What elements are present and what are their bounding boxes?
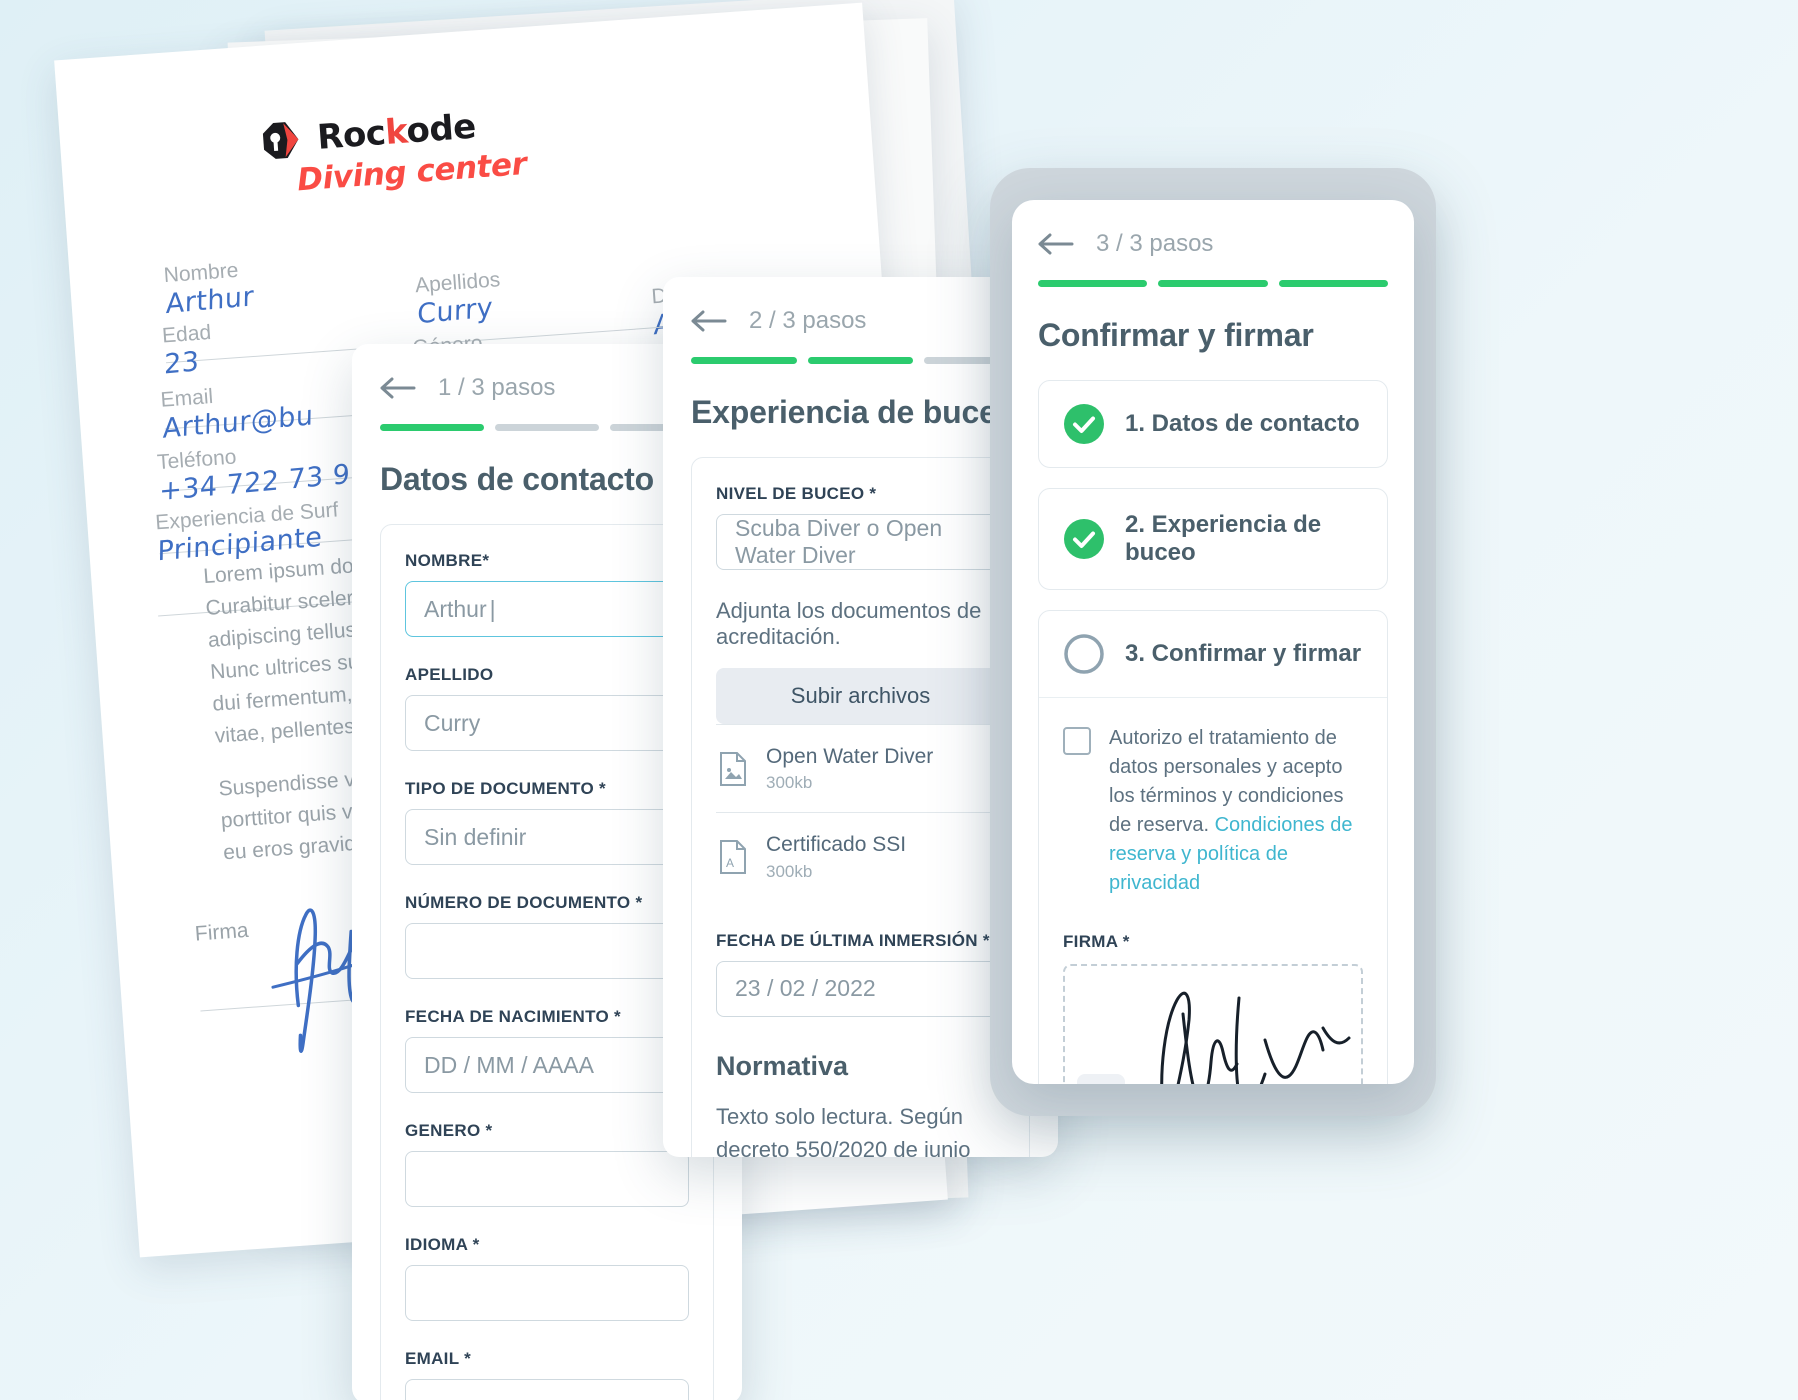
firma-label: FIRMA * [1063,932,1130,951]
text-caret: | [489,595,496,622]
progress-segment-2 [1158,280,1268,287]
empty-circle-icon [1064,634,1104,674]
attach-help-text: Adjunta los documentos de acreditación. [716,598,982,649]
step3-title: Confirmar y firmar [1038,317,1314,353]
file-list-item[interactable]: A Certificado SSI 300kb [716,812,1005,900]
field-tipo-documento-label: TIPO DE DOCUMENTO * [405,779,606,798]
summary-step-2[interactable]: 2. Experiencia de buceo [1038,488,1388,590]
paper-field-email: Email Arthur@bu [159,385,314,445]
check-circle-icon [1064,519,1104,559]
upload-files-button[interactable]: Subir archivos [716,668,1005,724]
field-nombre-label: NOMBRE* [405,551,490,570]
field-email: EMAIL * [405,1349,689,1400]
step3-counter: 3 / 3 pasos [1096,230,1214,257]
field-nombre-input[interactable]: Arthur | [405,581,689,637]
image-file-icon [720,751,746,786]
step2-progress-bar [691,357,1031,364]
field-genero-label: GENERO * [405,1121,493,1140]
progress-segment-1 [1038,280,1148,287]
field-idioma: IDIOMA * [405,1235,689,1321]
consent-checkbox[interactable] [1063,727,1091,755]
field-email-input[interactable] [405,1379,689,1400]
progress-segment-2 [807,357,914,364]
brand-logo: Rockode Diving center [259,82,819,201]
step2-counter: 2 / 3 pasos [749,307,867,334]
field-nombre: NOMBRE* Arthur | [405,551,689,637]
file-size: 300kb [766,773,813,793]
field-email-label: EMAIL * [405,1349,472,1368]
step3-progress-bar [1038,280,1388,287]
field-nivel-buceo-label: NIVEL DE BUCEO * [716,484,877,503]
paper-field-edad: Edad 23 [161,320,212,381]
field-apellido: APELLIDO Curry [405,665,689,751]
step2-form-panel: NIVEL DE BUCEO * Scuba Diver o Open Wate… [691,457,1030,1157]
file-name: Open Water Diver [766,745,934,768]
progress-segment-1 [380,424,484,431]
field-numero-documento: NÚMERO DE DOCUMENTO * [405,893,689,979]
summary-step-3-label: 3. Confirmar y firmar [1125,640,1362,667]
screenshot-root: Rockode Diving center Nombre Arthur Apel… [0,0,1798,1400]
svg-text:A: A [726,856,734,870]
file-name: Certificado SSI [766,833,907,857]
field-fecha-ultima-inmersion-label: FECHA DE ÚLTIMA INMERSIÓN * [716,930,990,950]
rockode-logo-icon [262,122,299,159]
back-arrow-icon[interactable] [1038,232,1076,256]
summary-step-2-label: 2. Experiencia de buceo [1125,511,1322,566]
check-circle-icon [1064,404,1104,444]
field-numero-documento-input[interactable] [405,923,689,979]
signature-drawing [1160,991,1351,1084]
field-nivel-buceo: NIVEL DE BUCEO * Scuba Diver o Open Wate… [716,484,1005,570]
normativa-title: Normativa [716,1050,849,1081]
file-list-item[interactable]: Open Water Diver 300kb [716,724,1005,812]
field-fecha-nacimiento: FECHA DE NACIMIENTO * DD / MM / AAAA [405,1007,689,1093]
field-nivel-buceo-input[interactable]: Scuba Diver o Open Water Diver [716,514,1005,570]
field-idioma-input[interactable] [405,1265,689,1321]
step2-header: 2 / 3 pasos [691,307,1030,335]
consent-row[interactable]: Autorizo el tratamiento de datos persona… [1063,724,1363,898]
field-tipo-documento-input[interactable]: Sin definir [405,809,689,865]
phone-frame: 3 / 3 pasos Confirmar y firmar 1. Datos … [990,168,1436,1116]
field-fecha-ultima-inmersion-input[interactable]: 23 / 02 / 2022 [716,960,1005,1017]
field-fecha-ultima-inmersion: FECHA DE ÚLTIMA INMERSIÓN * 23 / 02 / 20… [716,931,1005,1017]
back-arrow-icon[interactable] [380,376,418,400]
field-idioma-label: IDIOMA * [405,1235,480,1254]
summary-step-1[interactable]: 1. Datos de contacto [1038,380,1388,468]
step1-counter: 1 / 3 pasos [438,374,556,401]
brand-name: Rockode [315,106,478,158]
paper-field-apellidos: Apellidos Curry [414,268,502,331]
pdf-file-icon: A [720,839,746,874]
consent-text: Autorizo el tratamiento de datos persona… [1109,724,1363,898]
progress-segment-1 [691,357,797,364]
step3-card: 3 / 3 pasos Confirmar y firmar 1. Datos … [1012,200,1414,1084]
field-fecha-nacimiento-label: FECHA DE NACIMIENTO * [405,1007,621,1026]
signature-canvas[interactable] [1063,964,1363,1084]
field-genero-input[interactable] [405,1151,689,1207]
reset-signature-button[interactable] [1077,1074,1125,1084]
field-genero: GENERO * [405,1121,689,1207]
summary-step-3[interactable]: 3. Confirmar y firmar [1039,611,1387,698]
step3-header: 3 / 3 pasos [1038,230,1388,258]
back-arrow-icon[interactable] [691,309,729,333]
field-apellido-input[interactable]: Curry [405,695,689,751]
field-fecha-nacimiento-input[interactable]: DD / MM / AAAA [405,1037,689,1093]
file-size: 300kb [766,861,813,881]
field-tipo-documento: TIPO DE DOCUMENTO * Sin definir [405,779,689,865]
field-numero-documento-label: NÚMERO DE DOCUMENTO * [405,893,643,912]
step2-title: Experiencia de buceo [691,394,1017,430]
paper-field-telefono: Teléfono +34 722 73 96 [156,445,369,508]
normativa-body: Texto solo lectura. Según decreto 550/20… [716,1103,971,1158]
paper-field-nombre: Nombre Arthur [162,258,255,321]
field-apellido-label: APELLIDO [405,665,494,684]
summary-step-1-label: 1. Datos de contacto [1125,410,1360,437]
summary-step-3-card: 3. Confirmar y firmar Autorizo el tratam… [1038,610,1388,1084]
progress-segment-2 [495,424,599,431]
progress-segment-3 [1278,280,1388,287]
handwritten-form-fields: Nombre Arthur Apellidos Curry DNI A79215… [123,211,865,617]
